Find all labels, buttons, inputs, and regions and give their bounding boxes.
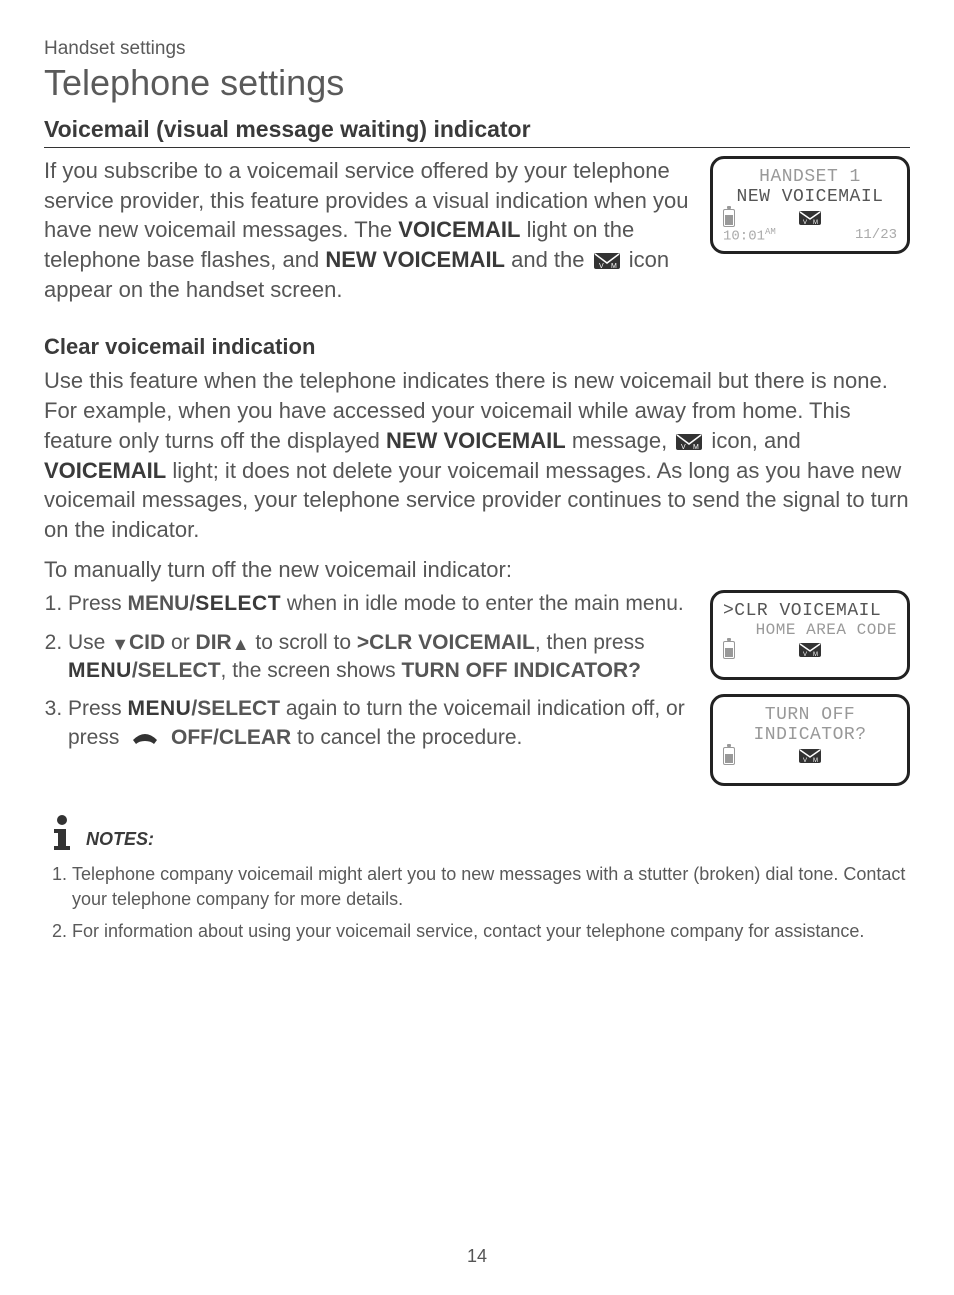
text: icon, and — [705, 428, 800, 453]
lcd-line-2: HOME AREA CODE — [719, 621, 901, 639]
lcd-line-1: TURN OFF — [719, 705, 901, 725]
lcd-line-2: NEW VOICEMAIL — [719, 187, 901, 207]
down-triangle-icon: ▼ — [111, 632, 129, 656]
lcd-screen-clr-voicemail: >CLR VOICEMAIL HOME AREA CODE VM — [710, 590, 910, 680]
lcd-screen-turn-off: TURN OFF INDICATOR? VM — [710, 694, 910, 786]
svg-text:M: M — [813, 652, 818, 658]
svg-text:V: V — [803, 220, 807, 226]
voicemail-indicator-paragraph: If you subscribe to a voicemail service … — [44, 156, 692, 304]
page-number: 14 — [0, 1246, 954, 1267]
envelope-icon: VM — [798, 210, 822, 226]
lcd-line-2: INDICATOR? — [719, 725, 901, 745]
battery-icon — [723, 209, 735, 227]
manual-turn-off-intro: To manually turn off the new voicemail i… — [44, 555, 910, 585]
text: light; it does not delete your voicemail… — [44, 458, 909, 542]
battery-icon — [723, 747, 735, 765]
svg-text:V: V — [803, 652, 807, 658]
note-1: Telephone company voicemail might alert … — [72, 862, 910, 911]
lcd-line-1: HANDSET 1 — [719, 167, 901, 187]
notes-header: NOTES: — [44, 814, 910, 852]
up-triangle-icon: ▲ — [232, 632, 250, 656]
lcd-line-1: >CLR VOICEMAIL — [719, 601, 901, 621]
svg-text:M: M — [813, 220, 818, 226]
battery-icon — [723, 641, 735, 659]
section-clear-voicemail-heading: Clear voicemail indication — [44, 334, 910, 360]
text-bold: NEW VOICEMAIL — [325, 247, 505, 272]
notes-label: NOTES: — [86, 829, 154, 852]
text-bold: VOICEMAIL — [44, 458, 166, 483]
breadcrumb: Handset settings — [44, 38, 910, 60]
clear-voicemail-paragraph: Use this feature when the telephone indi… — [44, 366, 910, 544]
text-bold: VOICEMAIL — [398, 217, 520, 242]
lcd-date: 11/23 — [855, 227, 897, 245]
text: message, — [566, 428, 674, 453]
envelope-icon: VM — [675, 433, 703, 451]
steps-list: Press MENU/SELECT when in idle mode to e… — [44, 590, 692, 752]
text: and the — [505, 247, 591, 272]
step-3: Press MENU/SELECT again to turn the voic… — [68, 695, 692, 752]
envelope-icon: VM — [593, 252, 621, 270]
lcd-time: 10:01AM — [723, 227, 776, 245]
lcd-screen-handset: HANDSET 1 NEW VOICEMAIL VM 10:01AM 11/23 — [710, 156, 910, 254]
svg-text:M: M — [693, 444, 699, 451]
page-title: Telephone settings — [44, 62, 910, 104]
svg-text:V: V — [681, 444, 686, 451]
step-2: Use ▼CID or DIR▲ to scroll to >CLR VOICE… — [68, 629, 692, 686]
hangup-phone-icon — [129, 730, 161, 746]
envelope-icon: VM — [798, 642, 822, 658]
svg-text:V: V — [803, 758, 807, 764]
info-icon — [44, 814, 80, 852]
svg-text:V: V — [599, 263, 604, 270]
notes-list: Telephone company voicemail might alert … — [44, 862, 910, 943]
svg-text:M: M — [813, 758, 818, 764]
section-voicemail-indicator-heading: Voicemail (visual message waiting) indic… — [44, 116, 910, 148]
note-2: For information about using your voicema… — [72, 919, 910, 943]
svg-text:M: M — [611, 263, 617, 270]
step-1: Press MENU/SELECT when in idle mode to e… — [68, 590, 692, 618]
envelope-icon: VM — [798, 748, 822, 764]
text-bold: NEW VOICEMAIL — [386, 428, 566, 453]
